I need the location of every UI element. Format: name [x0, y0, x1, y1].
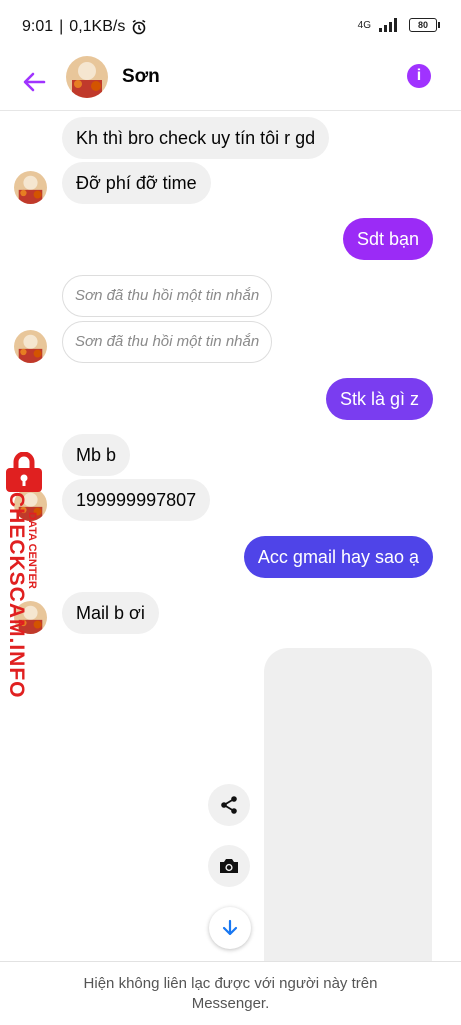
status-time: 9:01 — [22, 18, 54, 35]
status-speed: 0,1KB/s — [69, 18, 126, 35]
signal-icon — [379, 18, 397, 32]
message-incoming[interactable]: Mb b — [62, 434, 131, 476]
arrow-down-icon — [222, 919, 238, 936]
message-outgoing[interactable]: Sdt bạn — [342, 218, 433, 260]
recalled-message: Sơn đã thu hồi một tin nhắn — [62, 321, 273, 363]
watermark-text: CHECKSCAM.INFO — [5, 492, 28, 699]
arrow-left-icon[interactable] — [18, 66, 50, 98]
avatar — [14, 330, 47, 363]
message-incoming[interactable]: Kh thì bro check uy tín tôi r gd — [62, 117, 330, 159]
camera-icon — [220, 859, 238, 873]
recalled-message: Sơn đã thu hồi một tin nhắn — [62, 275, 273, 317]
share-button[interactable] — [208, 784, 250, 826]
unavailable-notice-text: Hiện không liên lạc được với người này t… — [83, 975, 378, 1012]
alarm-icon — [132, 19, 146, 35]
message-incoming[interactable]: 199999997807 — [62, 479, 211, 521]
avatar[interactable] — [66, 56, 108, 98]
chat-header: Sơn i — [0, 56, 461, 111]
message-outgoing[interactable]: Acc gmail hay sao ạ — [243, 536, 433, 578]
image-attachment[interactable] — [264, 648, 432, 968]
avatar — [14, 171, 47, 204]
message-incoming[interactable]: Đỡ phí đỡ time — [62, 162, 211, 204]
unavailable-notice: Hiện không liên lạc được với người này t… — [0, 961, 461, 1025]
contact-name[interactable]: Sơn — [122, 66, 160, 88]
info-icon[interactable]: i — [407, 64, 431, 88]
network-type: 4G — [357, 19, 371, 31]
share-icon — [221, 796, 237, 814]
scroll-down-button[interactable] — [209, 907, 251, 949]
message-outgoing[interactable]: Stk là gì z — [325, 378, 433, 420]
status-bar: 9:01 | 0,1KB/s 4G 80 — [0, 0, 461, 56]
message-incoming[interactable]: Mail b ơi — [62, 592, 159, 634]
camera-button[interactable] — [208, 845, 250, 887]
battery-icon: 80 — [409, 18, 440, 32]
